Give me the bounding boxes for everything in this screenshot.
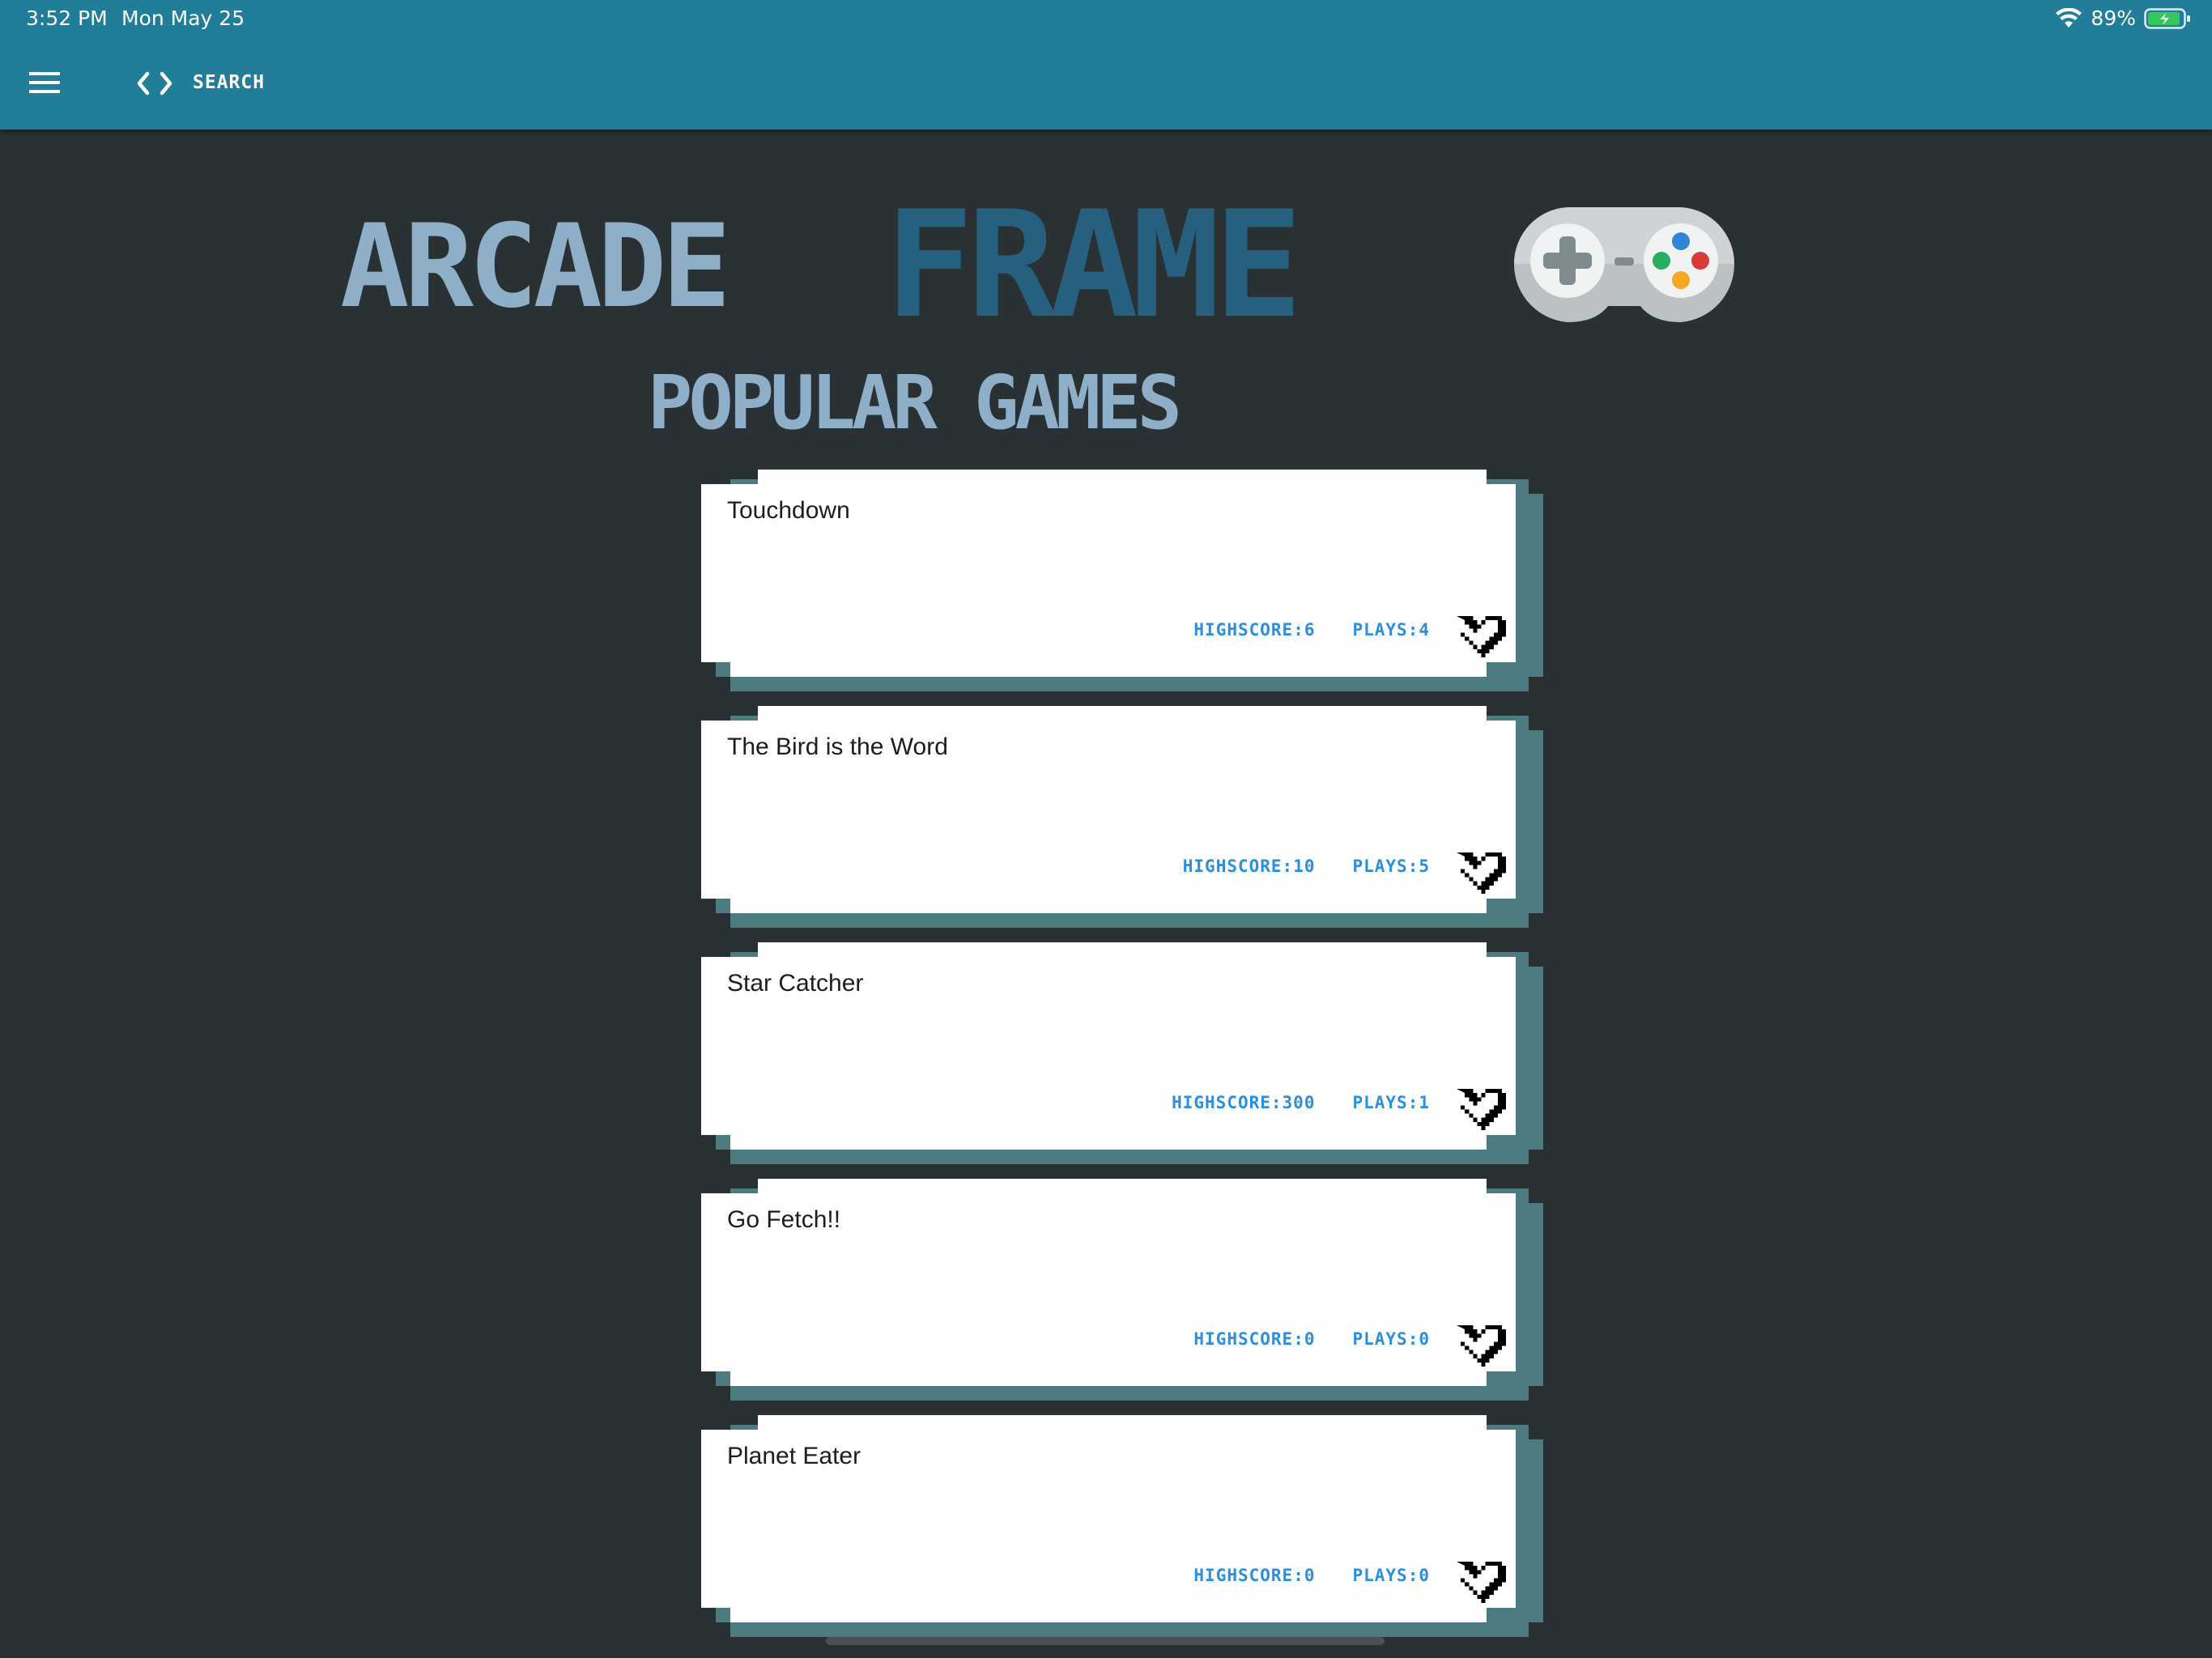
status-time: 3:52 PM [26, 6, 108, 30]
game-stats: HIGHSCORE:300 PLAYS:1 [1172, 1093, 1430, 1112]
game-title: Touchdown [727, 497, 850, 524]
menu-icon[interactable] [28, 70, 63, 96]
highscore-label: HIGHSCORE:6 [1193, 620, 1316, 640]
plays-label: PLAYS:5 [1352, 857, 1430, 876]
battery-percentage: 89% [2091, 6, 2136, 30]
plays-label: PLAYS:0 [1352, 1329, 1430, 1349]
highscore-label: HIGHSCORE:300 [1172, 1093, 1316, 1112]
highscore-label: HIGHSCORE:0 [1193, 1329, 1316, 1349]
plays-label: PLAYS:0 [1352, 1566, 1430, 1585]
plays-label: PLAYS:1 [1352, 1093, 1430, 1112]
game-card[interactable]: The Bird is the Word HIGHSCORE:10 PLAYS:… [701, 706, 1543, 928]
battery-icon [2144, 7, 2190, 29]
game-card[interactable]: Star Catcher HIGHSCORE:300 PLAYS:1 [701, 942, 1543, 1164]
game-title: Planet Eater [727, 1443, 861, 1469]
game-stats: HIGHSCORE:0 PLAYS:0 [1193, 1329, 1430, 1349]
heart-icon[interactable] [1453, 612, 1506, 657]
status-indicators: 89% [2055, 6, 2191, 30]
heart-icon[interactable] [1453, 1085, 1506, 1130]
game-title: Go Fetch!! [727, 1206, 841, 1233]
highscore-label: HIGHSCORE:0 [1193, 1566, 1316, 1585]
logo-arcade-text: ARCADE [340, 219, 731, 316]
highscore-label: HIGHSCORE:10 [1182, 857, 1316, 876]
plays-label: PLAYS:4 [1352, 620, 1430, 640]
status-date: Mon May 25 [121, 6, 245, 30]
game-stats: HIGHSCORE:0 PLAYS:0 [1193, 1566, 1430, 1585]
page-heading: POPULAR GAMES [648, 359, 1182, 446]
home-indicator [826, 1637, 1385, 1645]
game-title: Star Catcher [727, 970, 864, 997]
code-icon[interactable] [136, 70, 173, 97]
game-title: The Bird is the Word [727, 733, 948, 760]
game-stats: HIGHSCORE:10 PLAYS:5 [1183, 857, 1430, 876]
wifi-icon [2056, 7, 2082, 28]
heart-icon[interactable] [1453, 1558, 1506, 1603]
game-card[interactable]: Touchdown HIGHSCORE:6 PLAYS:4 [701, 470, 1543, 691]
search-button[interactable]: SEARCH [193, 72, 265, 93]
game-card[interactable]: Planet Eater HIGHSCORE:0 PLAYS:0 [701, 1415, 1543, 1637]
game-card[interactable]: Go Fetch!! HIGHSCORE:0 PLAYS:0 [701, 1179, 1543, 1401]
gamepad-icon [1513, 207, 1735, 322]
heart-icon[interactable] [1453, 1321, 1506, 1367]
game-stats: HIGHSCORE:6 PLAYS:4 [1193, 620, 1430, 640]
heart-icon[interactable] [1453, 848, 1506, 894]
logo-frame-text: FRAME [885, 204, 1303, 325]
top-bar: 3:52 PM Mon May 25 89% SEARCH [0, 0, 2212, 130]
